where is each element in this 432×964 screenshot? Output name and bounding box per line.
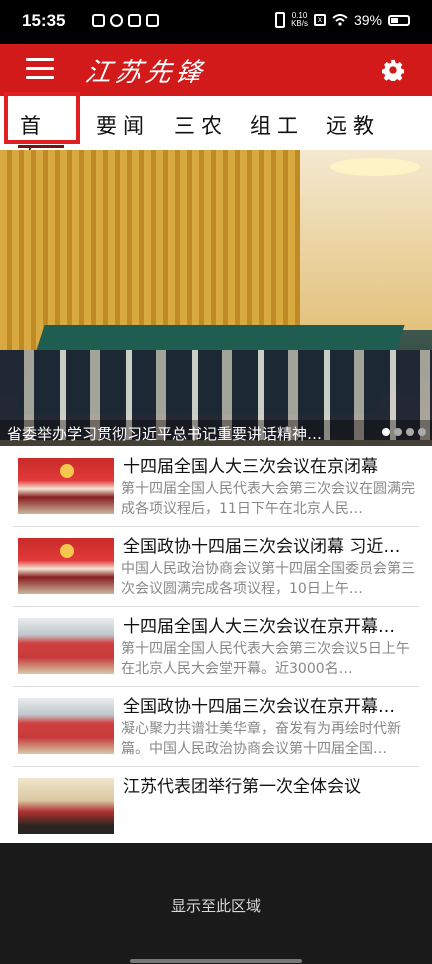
news-thumbnail: [18, 698, 114, 754]
vibrate-icon: [275, 12, 286, 28]
footer-text: 显示至此区域: [170, 897, 261, 915]
app-logo: 江苏先锋: [82, 58, 209, 88]
news-thumbnail: [18, 618, 114, 674]
news-title: 全国政协十四届三次会议在京开幕…: [123, 697, 395, 717]
battery-icon: [388, 14, 410, 26]
app-bar: 江苏先锋: [0, 44, 432, 96]
category-tabs: 首页 要闻 三农 组工 远教: [0, 92, 432, 168]
tab-indicator: [18, 145, 64, 148]
wifi-icon: [332, 14, 348, 26]
news-summary: [121, 799, 419, 839]
news-summary: 第十四届全国人民代表大会第三次会议5日上午在北京人民大会堂开幕。近3000名…: [121, 641, 410, 677]
news-list: 十四届全国人大三次会议在京闭幕 第十四届全国人民代表大会第三次会议在圆满完成各项…: [0, 446, 432, 843]
home-indicator[interactable]: [130, 959, 302, 963]
network-speed: 0.10 KB/s: [291, 11, 308, 28]
notification-icons: [92, 14, 159, 27]
status-right: 0.10 KB/s x 39%: [275, 12, 410, 28]
status-time: 15:35: [22, 11, 66, 30]
banner-caption: 省委举办学习贯彻习近平总书记重要讲话精神…: [7, 425, 323, 443]
battery-percent: 39%: [353, 12, 382, 28]
app-icon: [110, 14, 123, 27]
banner-caption-bar: 省委举办学习贯彻习近平总书记重要讲话精神…: [0, 420, 432, 446]
sim-off-icon: x: [313, 14, 326, 26]
chat-icon: [146, 14, 159, 27]
news-summary: 第十四届全国人民代表大会第三次会议在圆满完成各项议程后，11日下午在北京人民…: [121, 481, 415, 517]
status-bar: 15:35 0.10 KB/s x 39%: [0, 0, 432, 44]
news-title: 十四届全国人大三次会议在京开幕…: [123, 617, 395, 637]
menu-icon[interactable]: [26, 58, 54, 82]
tab-education[interactable]: 远教: [326, 110, 380, 140]
news-item[interactable]: 十四届全国人大三次会议在京闭幕 第十四届全国人民代表大会第三次会议在圆满完成各项…: [13, 446, 419, 527]
banner-carousel[interactable]: 省委举办学习贯彻习近平总书记重要讲话精神…: [0, 150, 432, 446]
carousel-dots: [382, 428, 426, 436]
news-item[interactable]: 十四届全国人大三次会议在京开幕… 第十四届全国人民代表大会第三次会议5日上午在北…: [13, 606, 419, 687]
news-thumbnail: [18, 458, 114, 514]
baidu-icon: [128, 14, 141, 27]
news-summary: 凝心聚力共谱壮美华章，奋发有为再绘时代新篇。中国人民政治协商会议第十四届全国…: [121, 721, 401, 757]
news-title: 十四届全国人大三次会议在京闭幕: [123, 457, 378, 477]
banner-light: [330, 158, 420, 176]
news-item[interactable]: 全国政协十四届三次会议在京开幕… 凝心聚力共谱壮美华章，奋发有为再绘时代新篇。中…: [13, 686, 419, 767]
news-title: 江苏代表团举行第一次全体会议: [123, 777, 361, 797]
tab-agriculture[interactable]: 三农: [174, 110, 228, 140]
news-title: 全国政协十四届三次会议闭幕 习近…: [123, 537, 401, 557]
banner-wall: [300, 150, 432, 330]
tab-news[interactable]: 要闻: [96, 110, 150, 140]
tab-organization[interactable]: 组工: [250, 110, 304, 140]
news-thumbnail: [18, 538, 114, 594]
footer-area: 显示至此区域: [0, 843, 432, 964]
news-item[interactable]: 江苏代表团举行第一次全体会议: [13, 766, 419, 846]
news-item[interactable]: 全国政协十四届三次会议闭幕 习近… 中国人民政治协商会议第十四届全国委员会第三次…: [13, 526, 419, 607]
tab-home[interactable]: 首页: [4, 92, 80, 168]
news-summary: 中国人民政治协商会议第十四届全国委员会第三次会议圆满完成各项议程，10日上午…: [121, 561, 415, 597]
message-icon: [92, 14, 105, 27]
banner-image: [0, 150, 300, 350]
settings-gear-icon[interactable]: [382, 59, 404, 81]
news-thumbnail: [18, 778, 114, 834]
